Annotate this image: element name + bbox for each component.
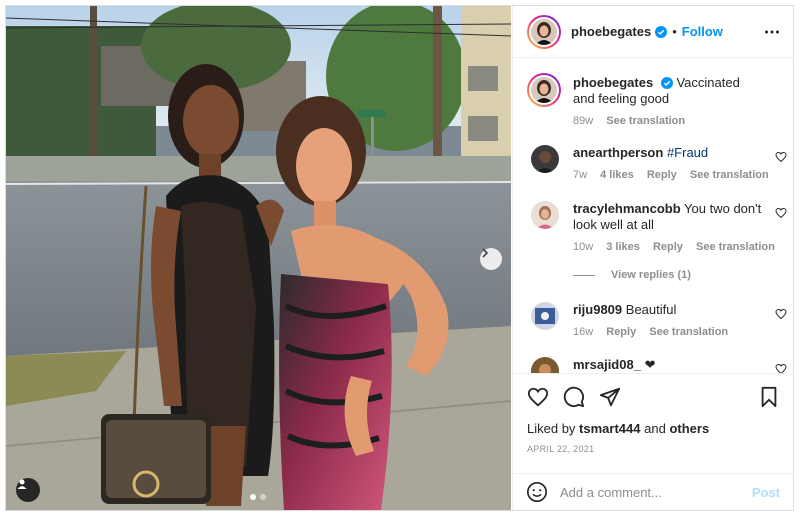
comment-age: 10w — [573, 241, 594, 253]
comment-item: tracylehmancobb You two don't look well … — [527, 201, 789, 261]
carousel-dot — [260, 494, 266, 500]
avatar-image — [531, 18, 557, 45]
tagged-users-button[interactable] — [16, 478, 40, 502]
caption-see-translation[interactable]: See translation — [606, 115, 685, 127]
chevron-right-icon — [482, 248, 489, 258]
avatar-image — [531, 77, 557, 103]
comment-meta: 7w 4 likes Reply See translation — [573, 167, 773, 183]
post-photo[interactable] — [6, 6, 511, 510]
next-photo-button[interactable] — [480, 248, 502, 270]
like-comment-heart-icon[interactable] — [775, 363, 787, 373]
liked-by-and: and — [644, 421, 666, 436]
follow-button[interactable]: Follow — [682, 24, 723, 39]
comment-composer: Post — [513, 473, 794, 510]
caption-item: phoebegates Vaccinated and feeling good … — [527, 73, 789, 135]
commenter-username[interactable]: mrsajid08_ — [573, 357, 641, 372]
caption-body: phoebegates Vaccinated and feeling good … — [573, 75, 753, 129]
share-paper-plane-icon[interactable] — [599, 386, 621, 408]
like-comment-heart-icon[interactable] — [775, 308, 787, 320]
verified-badge-icon — [660, 77, 673, 89]
comment-item: riju9809 Beautiful 16w Reply See transla… — [527, 302, 789, 346]
caption-meta: 89w See translation — [573, 113, 753, 129]
post-date: APRIL 22, 2021 — [527, 444, 595, 454]
photo-illustration — [6, 6, 511, 510]
reply-button[interactable]: Reply — [653, 241, 683, 253]
comment-item: anearthperson #Fraud 7w 4 likes Reply Se… — [527, 145, 789, 189]
liked-by-others[interactable]: others — [669, 421, 709, 436]
post-actions: Liked by tsmart444 and others APRIL 22, … — [513, 373, 794, 473]
see-translation-button[interactable]: See translation — [690, 169, 769, 181]
commenter-avatar[interactable] — [531, 357, 559, 373]
commenter-avatar[interactable] — [531, 145, 559, 173]
comment-text: Beautiful — [625, 302, 677, 317]
author-username[interactable]: phoebegates — [571, 24, 651, 39]
liked-by-summary: Liked by tsmart444 and others — [527, 421, 709, 436]
comment-meta: 10w 3 likes Reply See translation — [573, 239, 775, 255]
comment-text: ❤ — [644, 357, 656, 372]
user-tag-icon — [17, 479, 27, 489]
see-translation-button[interactable]: See translation — [696, 241, 775, 253]
comment-body: mrsajid08_ ❤ — [573, 357, 773, 373]
liked-by-prefix: Liked by — [527, 421, 576, 436]
comment-body: tracylehmancobb You two don't look well … — [573, 201, 775, 255]
view-replies-label: View replies (1) — [611, 269, 691, 281]
view-replies-line — [573, 274, 595, 276]
like-heart-icon[interactable] — [527, 386, 549, 408]
comment-input[interactable] — [560, 484, 740, 500]
comment-item: mrsajid08_ ❤ — [527, 357, 789, 373]
emoji-icon[interactable] — [526, 481, 548, 503]
comment-age: 16w — [573, 326, 594, 338]
commenter-username[interactable]: anearthperson — [573, 145, 663, 160]
post-dialog: phoebegates • Follow phoebegates Vaccina… — [5, 5, 794, 511]
carousel-dot-active — [250, 494, 256, 500]
like-comment-heart-icon[interactable] — [775, 151, 787, 163]
commenter-avatar[interactable] — [531, 302, 559, 330]
caption-age: 89w — [573, 115, 594, 127]
commenter-avatar[interactable] — [531, 201, 559, 229]
liked-by-user[interactable]: tsmart444 — [579, 421, 640, 436]
caption-author-avatar[interactable] — [527, 73, 561, 107]
reply-button[interactable]: Reply — [647, 169, 677, 181]
carousel-indicator — [250, 494, 266, 500]
see-translation-button[interactable]: See translation — [649, 326, 728, 338]
comment-bubble-icon[interactable] — [563, 386, 585, 408]
comment-meta: 16w Reply See translation — [573, 324, 773, 340]
bookmark-save-icon[interactable] — [759, 386, 779, 408]
comment-likes[interactable]: 3 likes — [606, 241, 640, 253]
comment-body: anearthperson #Fraud 7w 4 likes Reply Se… — [573, 145, 773, 183]
header-separator: • — [672, 24, 677, 39]
post-header: phoebegates • Follow — [513, 6, 794, 58]
post-comment-button[interactable]: Post — [752, 485, 780, 500]
reply-button[interactable]: Reply — [606, 326, 636, 338]
post-side-panel: phoebegates • Follow phoebegates Vaccina… — [512, 6, 794, 510]
comment-hashtag[interactable]: #Fraud — [667, 145, 708, 160]
verified-badge-icon — [655, 25, 668, 38]
comments-list[interactable]: phoebegates Vaccinated and feeling good … — [513, 59, 794, 373]
author-avatar[interactable] — [527, 14, 561, 49]
commenter-username[interactable]: riju9809 — [573, 302, 622, 317]
commenter-username[interactable]: tracylehmancobb — [573, 201, 681, 216]
comment-age: 7w — [573, 169, 588, 181]
comment-likes[interactable]: 4 likes — [600, 169, 634, 181]
caption-username[interactable]: phoebegates — [573, 75, 653, 90]
like-comment-heart-icon[interactable] — [775, 207, 787, 219]
more-options-icon[interactable] — [764, 24, 780, 40]
comment-body: riju9809 Beautiful 16w Reply See transla… — [573, 302, 773, 340]
view-replies-button[interactable]: View replies (1) — [573, 269, 691, 281]
